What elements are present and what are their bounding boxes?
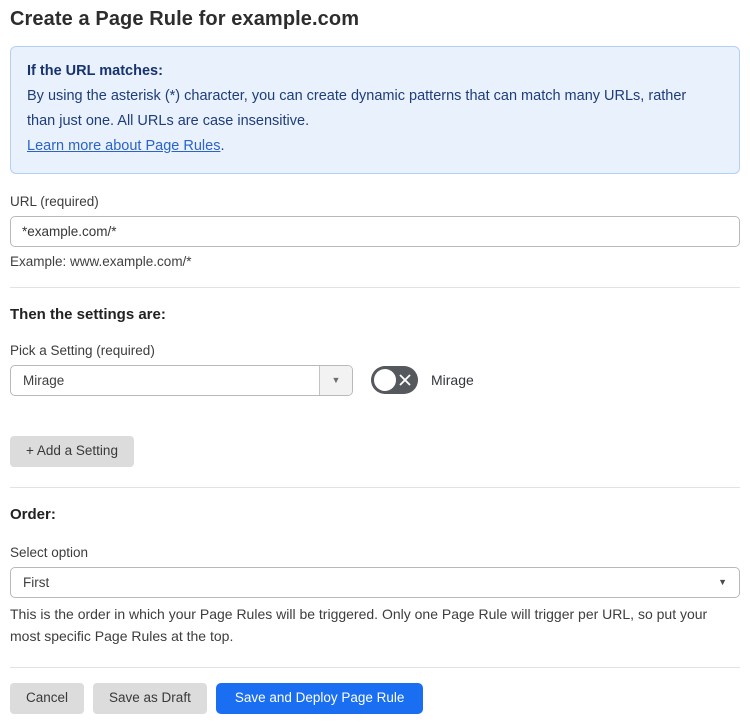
link-trailing-period: . [220,137,225,154]
setting-select-arrow-button[interactable]: ▼ [319,365,352,395]
x-icon [399,374,411,386]
mirage-toggle[interactable] [371,366,418,395]
info-box-link-line: Learn more about Page Rules. [27,134,723,159]
url-input[interactable] [10,215,740,247]
cancel-button[interactable]: Cancel [10,682,85,714]
url-example-helper: Example: www.example.com/* [10,253,192,269]
add-setting-button[interactable]: + Add a Setting [10,435,134,467]
order-section-heading: Order: [10,505,56,523]
settings-section-heading: Then the settings are: [10,305,166,323]
toggle-knob [374,369,396,392]
save-and-deploy-button[interactable]: Save and Deploy Page Rule [215,682,424,714]
pick-setting-label: Pick a Setting (required) [10,342,155,358]
save-as-draft-button[interactable]: Save as Draft [93,682,207,714]
info-box-heading: If the URL matches: [27,63,163,79]
footer-actions: Cancel Save as Draft Save and Deploy Pag… [10,682,740,714]
info-box-body: By using the asterisk (*) character, you… [27,87,687,129]
setting-select[interactable]: Mirage ▼ [10,364,353,396]
order-select-value: First [23,574,50,590]
url-match-info-box: If the URL matches: By using the asteris… [10,46,740,174]
setting-row: Mirage ▼ Mirage [10,364,740,396]
setting-select-value: Mirage [23,372,65,388]
toggle-setting-label: Mirage [431,372,474,389]
chevron-down-icon: ▼ [331,374,341,385]
order-helper-text: This is the order in which your Page Rul… [10,605,708,644]
url-required-label: URL (required) [10,193,99,209]
create-page-rule-form: Create a Page Rule for example.com If th… [0,0,750,724]
order-select[interactable]: First ▼ [10,566,740,598]
divider [10,486,740,488]
page-title: Create a Page Rule for example.com [10,8,360,30]
learn-more-page-rules-link[interactable]: Learn more about Page Rules [27,138,220,154]
chevron-down-icon: ▼ [718,576,727,587]
divider [10,666,740,668]
select-option-label: Select option [10,544,89,560]
divider [10,286,740,288]
